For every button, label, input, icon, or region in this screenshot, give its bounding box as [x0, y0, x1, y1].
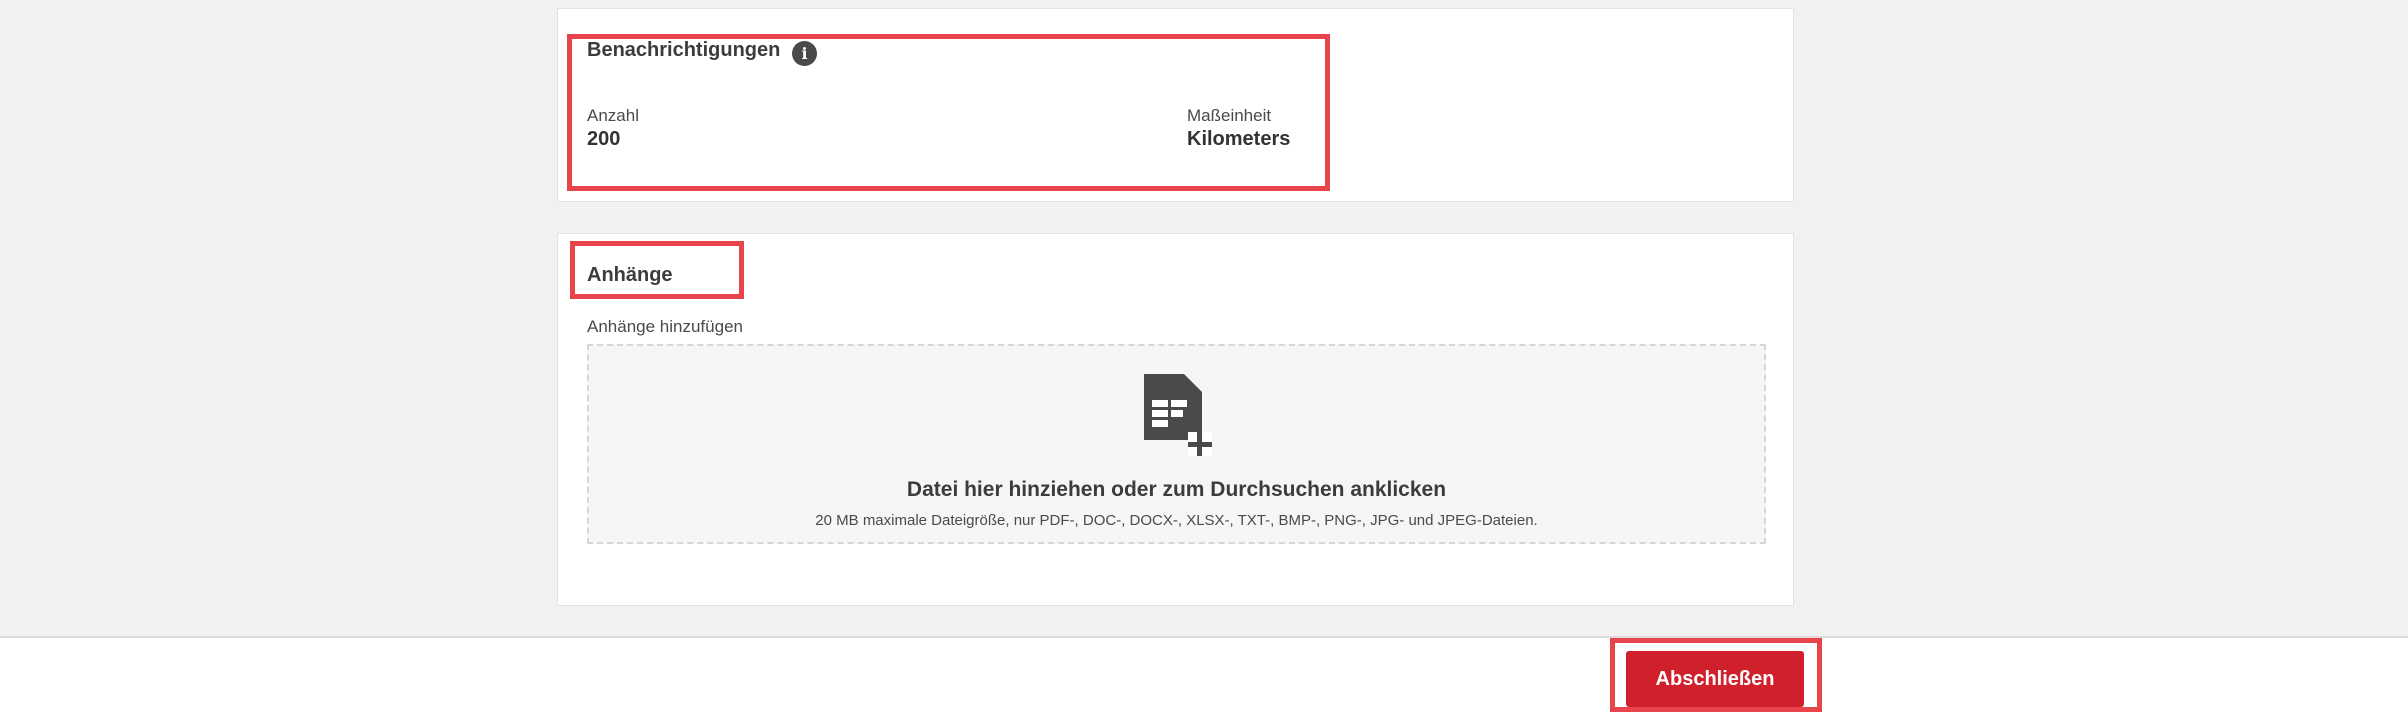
count-label: Anzahl — [587, 106, 639, 125]
document-add-icon — [1144, 374, 1212, 456]
file-dropzone[interactable]: Datei hier hinziehen oder zum Durchsuche… — [587, 344, 1766, 544]
dropzone-title: Datei hier hinziehen oder zum Durchsuche… — [906, 478, 1447, 501]
attachments-title: Anhänge — [587, 264, 673, 286]
count-value: 200 — [587, 128, 621, 150]
footer-bar — [0, 636, 2408, 712]
unit-label: Maßeinheit — [1187, 106, 1272, 125]
dropzone-hint: 20 MB maximale Dateigröße, nur PDF-, DOC… — [815, 512, 1538, 529]
add-attachments-label: Anhänge hinzufügen — [587, 317, 743, 336]
unit-value: Kilometers — [1187, 128, 1291, 150]
info-icon[interactable]: i — [792, 41, 817, 66]
notifications-title: Benachrichtigungen — [587, 39, 781, 61]
submit-button[interactable]: Abschließen — [1626, 651, 1804, 707]
notifications-card — [557, 8, 1794, 202]
